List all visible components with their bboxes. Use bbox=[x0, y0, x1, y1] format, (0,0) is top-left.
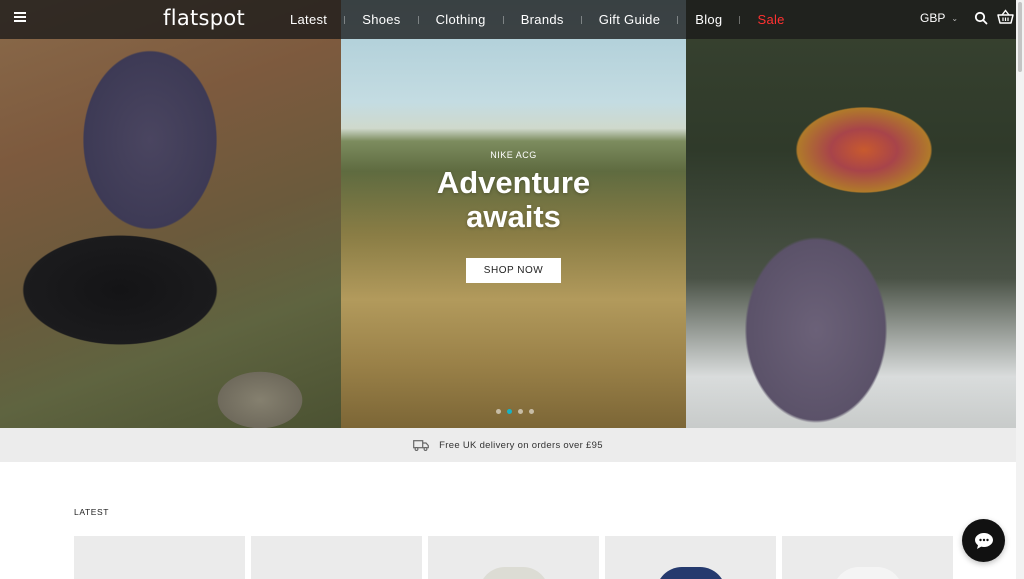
nav-separator bbox=[417, 15, 419, 24]
product-image bbox=[655, 567, 726, 579]
site-logo[interactable]: flatspot bbox=[163, 6, 245, 30]
nav-blog[interactable]: Blog bbox=[695, 12, 722, 27]
delivery-text: Free UK delivery on orders over £95 bbox=[439, 439, 603, 451]
product-card[interactable] bbox=[251, 536, 422, 579]
nav-separator bbox=[677, 15, 679, 24]
hero-image-left bbox=[0, 0, 341, 428]
product-card[interactable] bbox=[428, 536, 599, 579]
scrollbar-thumb[interactable] bbox=[1018, 2, 1022, 72]
delivery-banner: Free UK delivery on orders over £95 bbox=[0, 428, 1016, 462]
product-image bbox=[478, 567, 549, 579]
nav-separator bbox=[502, 15, 504, 24]
latest-section-title: LATEST bbox=[74, 507, 110, 517]
nav-latest[interactable]: Latest bbox=[290, 12, 327, 27]
search-icon[interactable] bbox=[974, 11, 988, 25]
hero-overlay: NIKE ACG Adventure awaits SHOP NOW bbox=[341, 150, 686, 283]
hero-image-right bbox=[686, 0, 1016, 428]
chat-bubble-icon bbox=[974, 532, 993, 549]
shop-now-button[interactable]: SHOP NOW bbox=[465, 258, 562, 283]
currency-selector[interactable]: GBP ⌄ bbox=[920, 11, 958, 25]
hamburger-menu-icon[interactable] bbox=[14, 12, 26, 22]
site-header: flatspot Latest Shoes Clothing Brands Gi… bbox=[0, 0, 1016, 39]
product-card[interactable] bbox=[782, 536, 953, 579]
product-card[interactable] bbox=[74, 536, 245, 579]
carousel-dot-3[interactable] bbox=[518, 409, 523, 414]
nav-sale[interactable]: Sale bbox=[757, 12, 784, 27]
page-scrollbar[interactable] bbox=[1016, 0, 1024, 579]
product-card[interactable] bbox=[605, 536, 776, 579]
nav-separator bbox=[344, 15, 346, 24]
truck-icon bbox=[413, 439, 430, 451]
nav-shoes[interactable]: Shoes bbox=[362, 12, 400, 27]
nav-clothing[interactable]: Clothing bbox=[436, 12, 486, 27]
chevron-down-icon: ⌄ bbox=[951, 13, 959, 23]
currency-label: GBP bbox=[920, 11, 946, 25]
carousel-dot-1[interactable] bbox=[496, 409, 501, 414]
nav-separator bbox=[739, 15, 741, 24]
latest-products bbox=[74, 536, 953, 579]
nav-gift-guide[interactable]: Gift Guide bbox=[599, 12, 661, 27]
hero-title-line1: Adventure bbox=[436, 165, 591, 200]
main-nav: Latest Shoes Clothing Brands Gift Guide … bbox=[290, 0, 785, 39]
nav-brands[interactable]: Brands bbox=[521, 12, 564, 27]
nav-separator bbox=[580, 15, 582, 24]
chat-button[interactable] bbox=[962, 519, 1005, 562]
hero-title-line2: awaits bbox=[466, 199, 561, 234]
carousel-dot-4[interactable] bbox=[529, 409, 534, 414]
hero-eyebrow: NIKE ACG bbox=[490, 150, 537, 160]
basket-icon[interactable] bbox=[997, 9, 1014, 25]
carousel-dots bbox=[496, 409, 534, 414]
product-image bbox=[832, 567, 903, 579]
carousel-dot-2[interactable] bbox=[507, 409, 512, 414]
